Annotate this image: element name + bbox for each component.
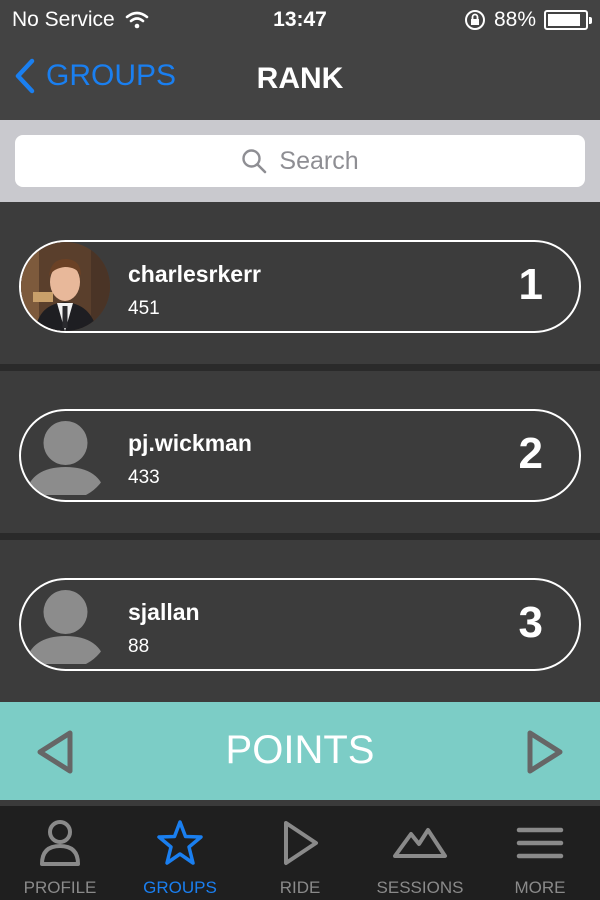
search-icon [242, 149, 267, 174]
tab-label: PROFILE [23, 878, 97, 897]
list-item: charlesrkerr 451 1 [0, 202, 600, 364]
status-bar: No Service 13:47 88% [0, 0, 600, 40]
battery-icon [544, 10, 592, 30]
default-avatar-icon [21, 580, 110, 669]
rank-card[interactable]: pj.wickman 433 2 [19, 409, 581, 502]
status-right: 88% [464, 8, 592, 32]
username: charlesrkerr [128, 261, 261, 287]
tab-more[interactable]: MORE [480, 806, 600, 900]
tab-label: MORE [514, 878, 566, 897]
search-input[interactable]: Search [15, 135, 585, 187]
battery-percent: 88% [493, 8, 536, 31]
tab-groups[interactable]: GROUPS [120, 806, 240, 900]
user-points: 88 [128, 636, 150, 657]
tab-ride[interactable]: RIDE [240, 806, 360, 900]
list-item: pj.wickman 433 2 [0, 371, 600, 533]
mountain-icon [393, 828, 447, 858]
username: sjallan [128, 599, 200, 625]
tab-label: SESSIONS [376, 878, 464, 897]
tab-bar: PROFILE GROUPS RIDE SESSIONS MORE [0, 800, 600, 900]
metric-selector: POINTS [0, 702, 600, 800]
rank-number: 3 [518, 598, 543, 647]
rank-number: 1 [518, 260, 543, 309]
star-icon [157, 820, 203, 865]
metric-label: POINTS [225, 728, 375, 772]
menu-icon [516, 827, 564, 859]
user-photo [21, 242, 110, 331]
tab-sessions[interactable]: SESSIONS [360, 806, 480, 900]
tab-profile[interactable]: PROFILE [0, 806, 120, 900]
tab-label: GROUPS [143, 878, 217, 897]
user-points: 433 [128, 467, 160, 488]
default-avatar-icon [21, 411, 110, 500]
username: pj.wickman [128, 430, 252, 456]
play-icon [284, 821, 318, 865]
rank-card[interactable]: charlesrkerr 451 1 [19, 240, 581, 333]
avatar [21, 242, 110, 331]
person-silhouette-icon [25, 590, 106, 664]
rank-number: 2 [518, 429, 543, 478]
next-metric-button[interactable] [526, 729, 564, 780]
search-bar: Search [0, 120, 600, 202]
rank-card[interactable]: sjallan 88 3 [19, 578, 581, 671]
page-title: RANK [256, 62, 344, 95]
tab-label: RIDE [279, 878, 321, 897]
search-placeholder: Search [279, 146, 359, 175]
triangle-right-icon [527, 730, 563, 774]
rotation-lock-icon [464, 10, 485, 30]
battery-fill [548, 14, 580, 26]
user-points: 451 [128, 298, 160, 319]
nav-bar: GROUPS RANK [0, 40, 600, 120]
list-item: sjallan 88 3 [0, 540, 600, 702]
person-silhouette-icon [25, 421, 106, 495]
rank-list: charlesrkerr 451 1 pj.wickman 433 2 sjal… [0, 202, 600, 702]
person-icon [40, 820, 80, 866]
